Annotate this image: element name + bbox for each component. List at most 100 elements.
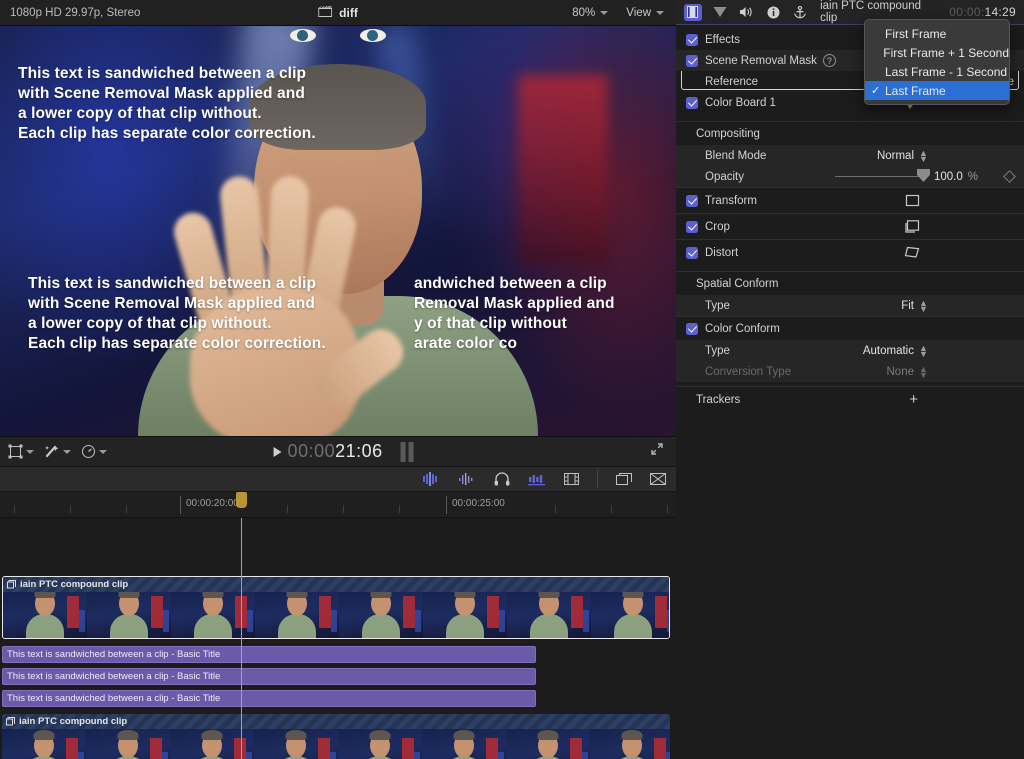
conversion-type-value: None — [886, 365, 915, 378]
timecode-hours-minutes: 00:00 — [287, 441, 336, 461]
menu-item-first-frame[interactable]: First Frame — [865, 24, 1009, 43]
color-conform-type-value[interactable]: Automatic — [863, 345, 914, 357]
retime-tool-button[interactable] — [81, 444, 107, 459]
reference-label: Reference — [705, 75, 759, 88]
opacity-slider[interactable] — [834, 169, 930, 182]
clip-name-label: This text is sandwiched between a clip -… — [7, 649, 221, 660]
inspector-row-trackers[interactable]: Trackers + — [676, 386, 1024, 412]
distort-label: Distort — [705, 246, 739, 259]
scene-removal-mask-checkbox[interactable] — [686, 54, 698, 67]
stepper-arrows-icon[interactable]: ▲ ▼ — [919, 298, 928, 313]
timeline-toolbar-strip — [0, 466, 676, 492]
opacity-slider-knob[interactable] — [916, 169, 930, 182]
inspector-row-opacity[interactable]: Opacity 100.0 % — [676, 166, 1024, 187]
playhead-handle[interactable] — [236, 492, 247, 508]
keyframe-diamond-icon[interactable] — [1003, 170, 1016, 183]
timeline-compound-clip-bottom[interactable]: iain PTC compound clip — [2, 714, 670, 759]
zoom-level-menu[interactable]: 80% — [572, 6, 609, 19]
spatial-type-label: Type — [705, 299, 730, 312]
blend-mode-value[interactable]: Normal — [877, 150, 914, 162]
transform-checkbox[interactable] — [686, 194, 698, 207]
stepper-arrows-icon: ▲ ▼ — [919, 363, 928, 380]
timeline-title-clip-1[interactable]: This text is sandwiched between a clip -… — [2, 646, 536, 663]
opacity-unit: % — [967, 170, 978, 183]
color-board-checkbox[interactable] — [686, 96, 698, 109]
color-triangle-icon[interactable] — [711, 4, 729, 21]
audio-enhance-icon[interactable] — [528, 472, 546, 486]
check-icon — [871, 84, 885, 97]
clip-name-label: This text is sandwiched between a clip -… — [7, 693, 221, 704]
timeline-ruler[interactable]: 00:00:20:00 00:00:25:00 — [0, 492, 676, 518]
view-menu[interactable]: View — [626, 7, 664, 19]
viewer-canvas[interactable]: This text is sandwiched between a clip w… — [0, 26, 676, 436]
clip-name-label: iain PTC compound clip — [20, 579, 129, 590]
stepper-arrows-icon[interactable]: ▲ ▼ — [919, 343, 928, 358]
ruler-label-2: 00:00:25:00 — [452, 498, 505, 509]
video-scope-icon[interactable] — [564, 472, 579, 486]
timeline-title-clip-2[interactable]: This text is sandwiched between a clip -… — [2, 668, 536, 685]
stepper-arrows-icon[interactable]: ▲ ▼ — [919, 148, 928, 163]
info-circle-icon[interactable] — [764, 4, 782, 21]
inspector-header-spatial-conform: Spatial Conform — [676, 271, 1024, 295]
windows-icon[interactable] — [616, 472, 632, 486]
app-window: 1080p HD 29.97p, Stereo diff 80% View Th… — [0, 0, 1024, 759]
viewer-and-timeline-pane: 1080p HD 29.97p, Stereo diff 80% View Th… — [0, 0, 676, 759]
transform-rect-icon[interactable] — [905, 194, 920, 207]
toolbar-divider — [597, 470, 598, 488]
audio-waveform-icon[interactable] — [458, 472, 476, 486]
reference-dropdown-menu[interactable]: First Frame First Frame + 1 Second Last … — [864, 19, 1010, 105]
spatial-type-value[interactable]: Fit — [901, 300, 914, 312]
expand-viewer-button[interactable] — [650, 442, 676, 461]
viewer-timecode[interactable]: 00:0021:06 — [273, 441, 414, 462]
inspector-row-blend-mode[interactable]: Blend Mode Normal ▲ ▼ — [676, 145, 1024, 166]
speaker-icon[interactable] — [738, 4, 756, 21]
clip-header: iain PTC compound clip — [2, 714, 670, 729]
menu-item-first-frame-plus-1s[interactable]: First Frame + 1 Second — [865, 43, 1009, 62]
timeline[interactable]: 00:00:20:00 00:00:25:00 iain PTC compoun… — [0, 492, 676, 759]
chevron-down-icon — [656, 10, 664, 15]
inspector-row-conversion-type: Conversion Type None ▲ ▼ — [676, 361, 1024, 382]
inspector-row-distort[interactable]: Distort — [676, 239, 1024, 265]
timeline-title-clip-3[interactable]: This text is sandwiched between a clip -… — [2, 690, 536, 707]
blend-mode-label: Blend Mode — [705, 149, 767, 162]
plus-icon[interactable]: + — [909, 392, 918, 407]
project-indicator[interactable]: diff — [318, 5, 358, 20]
headphones-icon[interactable] — [494, 472, 510, 486]
film-strip-icon[interactable] — [684, 3, 702, 21]
viewer-transport-bar: 00:0021:06 — [0, 436, 676, 466]
timeline-compound-clip-top[interactable]: iain PTC compound clip — [2, 576, 670, 639]
crop-checkbox[interactable] — [686, 220, 698, 233]
audio-meters-icon[interactable] — [422, 472, 440, 486]
ruler-label-1: 00:00:20:00 — [186, 498, 239, 509]
distort-checkbox[interactable] — [686, 246, 698, 259]
zoom-level-label: 80% — [572, 6, 596, 19]
inspector-row-color-conform-type[interactable]: Type Automatic ▲ ▼ — [676, 340, 1024, 361]
inspector-row-spatial-type[interactable]: Type Fit ▲ ▼ — [676, 295, 1024, 316]
enhancements-tool-button[interactable] — [44, 444, 71, 459]
chevron-down-icon — [63, 449, 71, 454]
timeline-tracks: iain PTC compound clip This text is sand… — [0, 492, 676, 759]
inspector-row-crop[interactable]: Crop — [676, 213, 1024, 239]
effects-checkbox[interactable] — [686, 33, 698, 46]
menu-item-last-frame[interactable]: Last Frame — [865, 81, 1009, 100]
distort-icon[interactable] — [904, 246, 920, 259]
opacity-value[interactable]: 100.0 — [934, 171, 963, 183]
playhead[interactable] — [236, 492, 247, 759]
inspector-row-transform[interactable]: Transform — [676, 187, 1024, 213]
chevron-down-icon — [99, 449, 107, 454]
question-mark-icon[interactable]: ? — [822, 54, 836, 67]
chevron-down-icon — [600, 10, 609, 15]
color-conform-checkbox[interactable] — [686, 322, 698, 335]
format-info-label: 1080p HD 29.97p, Stereo — [10, 6, 141, 19]
project-name-label: diff — [339, 5, 358, 20]
chevron-down-icon — [26, 449, 34, 454]
inspector-row-color-conform[interactable]: Color Conform — [676, 316, 1024, 340]
clapperboard-icon — [318, 5, 333, 20]
transform-tool-button[interactable] — [8, 444, 34, 459]
effects-label: Effects — [705, 33, 740, 46]
duration-value: 14:29 — [984, 5, 1016, 19]
transition-icon[interactable] — [650, 472, 666, 486]
menu-item-last-frame-minus-1s[interactable]: Last Frame - 1 Second — [865, 62, 1009, 81]
crop-rect-icon[interactable] — [905, 220, 920, 233]
anchor-icon[interactable] — [791, 4, 809, 21]
